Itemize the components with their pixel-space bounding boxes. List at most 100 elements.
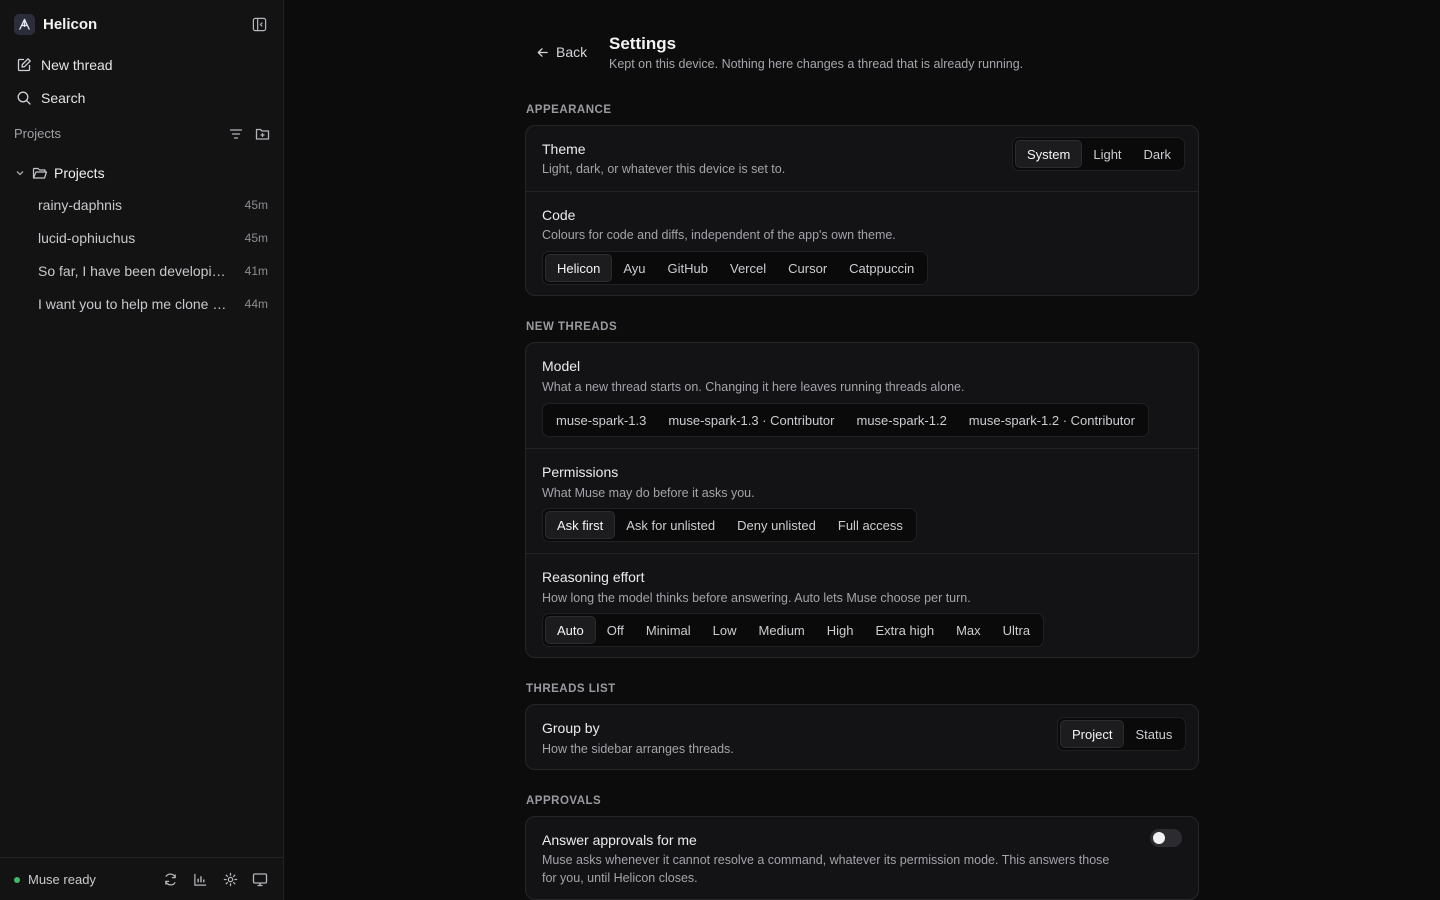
thread-time: 45m xyxy=(244,231,268,245)
group-by-selector: Project Status xyxy=(1057,717,1187,751)
permission-option-ask-unlisted[interactable]: Ask for unlisted xyxy=(615,511,726,539)
compose-icon xyxy=(17,58,31,72)
theme-desc: Light, dark, or whatever this device is … xyxy=(542,162,786,176)
auto-approve-desc-line: for you, until Helicon closes. xyxy=(542,871,698,885)
permissions-desc: What Muse may do before it asks you. xyxy=(542,486,755,500)
permission-option-ask-first[interactable]: Ask first xyxy=(545,511,616,539)
sidebar-collapse-icon[interactable] xyxy=(249,14,269,34)
permission-option-deny-unlisted[interactable]: Deny unlisted xyxy=(726,511,827,539)
filter-icon[interactable] xyxy=(228,126,244,142)
back-label: Back xyxy=(556,44,588,60)
auto-approve-desc-line: Muse asks whenever it cannot resolve a c… xyxy=(542,853,1110,867)
page-subtitle: Kept on this device. Nothing here change… xyxy=(609,57,1024,71)
monitor-icon[interactable] xyxy=(252,871,268,887)
reasoning-option[interactable]: Minimal xyxy=(635,616,702,644)
reasoning-option[interactable]: High xyxy=(816,616,865,644)
permissions-selector: Ask first Ask for unlisted Deny unlisted… xyxy=(542,508,917,542)
auto-approve-title: Answer approvals for me xyxy=(542,832,697,848)
brand[interactable]: Helicon xyxy=(14,13,97,35)
status-dot-icon xyxy=(14,876,20,883)
theme-option-dark[interactable]: Dark xyxy=(1133,140,1182,168)
thread-time: 41m xyxy=(244,264,268,278)
appearance-heading: APPEARANCE xyxy=(526,104,612,116)
reasoning-row: Reasoning effort How long the model thin… xyxy=(526,553,1198,658)
reasoning-option[interactable]: Low xyxy=(702,616,748,644)
model-option[interactable]: muse-spark-1.2 xyxy=(845,406,957,434)
group-by-desc: How the sidebar arranges threads. xyxy=(542,742,734,756)
model-title: Model xyxy=(542,358,581,374)
code-option-cursor[interactable]: Cursor xyxy=(777,254,838,282)
status-indicator: Muse ready xyxy=(14,872,96,887)
code-theme-selector: Helicon Ayu GitHub Vercel Cursor Catppuc… xyxy=(542,251,929,285)
code-desc: Colours for code and diffs, independent … xyxy=(542,228,896,242)
refresh-icon[interactable] xyxy=(162,871,178,887)
permissions-row: Permissions What Muse may do before it a… xyxy=(526,448,1198,553)
usage-chart-icon[interactable] xyxy=(192,871,208,887)
reasoning-option[interactable]: Auto xyxy=(545,616,596,644)
sidebar: Helicon New thread Search Projects Proje… xyxy=(0,0,284,900)
code-option-github[interactable]: GitHub xyxy=(657,254,719,282)
reasoning-option[interactable]: Extra high xyxy=(865,616,946,644)
group-by-title: Group by xyxy=(542,720,600,736)
chevron-down-icon xyxy=(16,171,24,176)
code-option-catppuccin[interactable]: Catppuccin xyxy=(838,254,925,282)
thread-item[interactable]: I want you to help me clone al... 44m xyxy=(38,293,268,315)
code-theme-row: Code Colours for code and diffs, indepen… xyxy=(526,191,1198,296)
threads-list-heading: THREADS LIST xyxy=(526,683,616,695)
thread-item[interactable]: rainy-daphnis 45m xyxy=(38,194,268,216)
new-threads-heading: NEW THREADS xyxy=(526,321,618,333)
settings-gear-icon[interactable] xyxy=(222,871,238,887)
model-option[interactable]: muse-spark-1.3 · Contributor xyxy=(657,406,845,434)
project-group-name: Projects xyxy=(54,165,105,181)
appearance-card: Theme Light, dark, or whatever this devi… xyxy=(525,125,1199,296)
thread-title: So far, I have been developin... xyxy=(38,263,230,279)
thread-item[interactable]: lucid-ophiuchus 45m xyxy=(38,227,268,249)
approvals-heading: APPROVALS xyxy=(526,795,602,807)
model-desc: What a new thread starts on. Changing it… xyxy=(542,380,965,394)
thread-title: rainy-daphnis xyxy=(38,197,123,213)
permission-option-full-access[interactable]: Full access xyxy=(827,511,914,539)
threads-list-card: Group by How the sidebar arranges thread… xyxy=(525,704,1199,770)
app-name: Helicon xyxy=(43,15,98,33)
reasoning-selector: Auto Off Minimal Low Medium High Extra h… xyxy=(542,613,1045,647)
new-thread-label: New thread xyxy=(41,57,113,73)
code-option-vercel[interactable]: Vercel xyxy=(719,254,777,282)
theme-row: Theme Light, dark, or whatever this devi… xyxy=(526,126,1198,191)
sidebar-footer: Muse ready xyxy=(0,857,283,900)
auto-approve-toggle[interactable] xyxy=(1150,829,1182,847)
thread-time: 45m xyxy=(244,198,268,212)
search-icon xyxy=(17,91,31,105)
theme-option-system[interactable]: System xyxy=(1015,140,1083,168)
reasoning-option[interactable]: Ultra xyxy=(992,616,1041,644)
folder-open-icon xyxy=(32,167,48,179)
new-thread-button[interactable]: New thread xyxy=(10,51,272,79)
model-row: Model What a new thread starts on. Chang… xyxy=(526,343,1198,448)
thread-item[interactable]: So far, I have been developin... 41m xyxy=(38,260,268,282)
back-button[interactable]: Back xyxy=(536,44,587,60)
new-threads-card: Model What a new thread starts on. Chang… xyxy=(525,342,1199,658)
group-by-option-status[interactable]: Status xyxy=(1124,720,1183,748)
group-by-option-project[interactable]: Project xyxy=(1060,720,1125,748)
theme-selector: System Light Dark xyxy=(1012,137,1185,171)
projects-section-label: Projects xyxy=(14,126,61,141)
model-option[interactable]: muse-spark-1.3 xyxy=(545,406,657,434)
project-group-toggle[interactable]: Projects xyxy=(14,163,272,183)
helicon-logo-icon xyxy=(14,13,35,35)
theme-option-light[interactable]: Light xyxy=(1082,140,1132,168)
reasoning-option[interactable]: Off xyxy=(596,616,635,644)
new-folder-icon[interactable] xyxy=(254,126,270,142)
auto-approve-desc: Muse asks whenever it cannot resolve a c… xyxy=(542,851,1109,887)
reasoning-title: Reasoning effort xyxy=(542,569,645,585)
approvals-card: Answer approvals for me Muse asks whenev… xyxy=(525,816,1199,900)
search-label: Search xyxy=(41,90,86,106)
group-by-row: Group by How the sidebar arranges thread… xyxy=(526,705,1198,769)
reasoning-option[interactable]: Medium xyxy=(748,616,816,644)
thread-title: I want you to help me clone al... xyxy=(38,296,230,312)
code-option-ayu[interactable]: Ayu xyxy=(612,254,656,282)
thread-title: lucid-ophiuchus xyxy=(38,230,136,246)
model-selector: muse-spark-1.3 muse-spark-1.3 · Contribu… xyxy=(542,403,1149,437)
search-button[interactable]: Search xyxy=(10,84,272,112)
reasoning-option[interactable]: Max xyxy=(945,616,992,644)
model-option[interactable]: muse-spark-1.2 · Contributor xyxy=(958,406,1146,434)
code-option-helicon[interactable]: Helicon xyxy=(545,254,613,282)
